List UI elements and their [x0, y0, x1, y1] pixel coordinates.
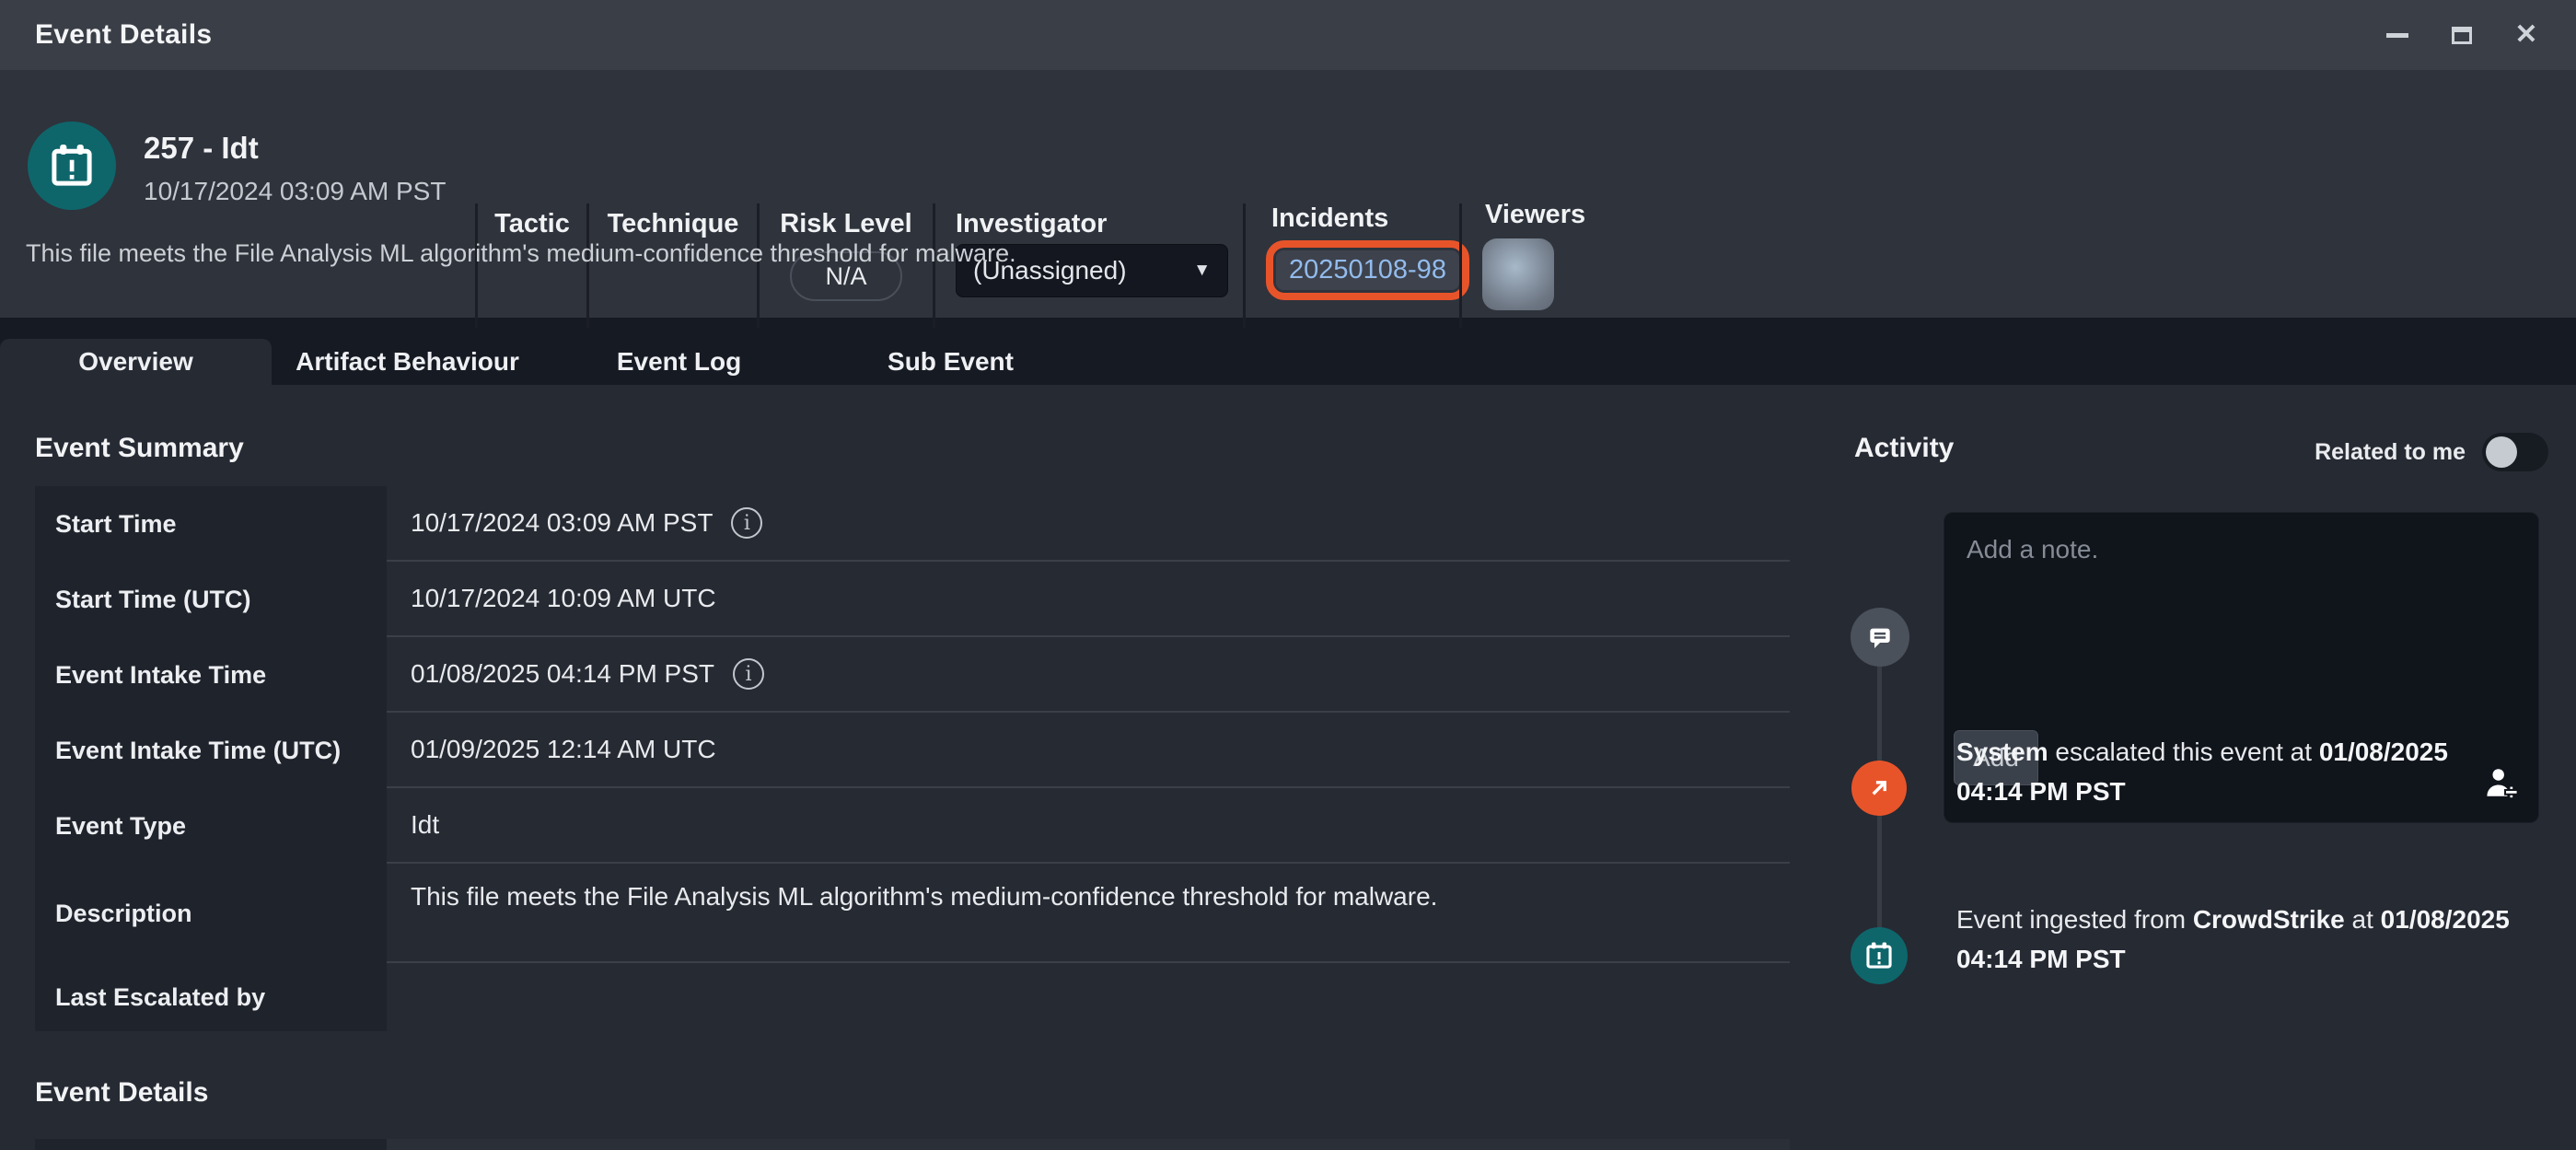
note-comment-icon [1851, 608, 1909, 667]
event-description: This file meets the File Analysis ML alg… [26, 239, 1016, 268]
chevron-down-icon: ▼ [1193, 261, 1211, 281]
related-to-me-toggle[interactable] [2482, 433, 2548, 471]
incident-id-link[interactable]: 20250108-98 [1276, 250, 1459, 290]
event-identity: 257 - Idt 10/17/2024 03:09 AM PST [28, 122, 446, 210]
event-details-table-partial [35, 1139, 1790, 1150]
tab-event-log[interactable]: Event Log [543, 339, 815, 385]
tab-artifact-behaviour[interactable]: Artifact Behaviour [272, 339, 543, 385]
window-controls: ✕ [2379, 17, 2545, 53]
row-value-start-time-utc: 10/17/2024 10:09 AM UTC [387, 562, 1790, 637]
viewers-label: Viewers [1485, 200, 1585, 230]
window-title: Event Details [35, 19, 212, 51]
tab-sub-event[interactable]: Sub Event [815, 339, 1086, 385]
maximize-button[interactable] [2443, 17, 2480, 53]
row-label-description: Description [35, 864, 387, 963]
row-label-last-escalated-by: Last Escalated by [35, 963, 387, 1031]
row-label-event-type: Event Type [35, 788, 387, 864]
close-icon: ✕ [2514, 21, 2537, 49]
related-to-me-label: Related to me [2315, 439, 2466, 466]
activity-panel: Activity Related to me Add [1851, 385, 2554, 1150]
titlebar: Event Details ✕ [0, 0, 2576, 70]
event-summary-heading: Event Summary [35, 433, 244, 464]
incident-highlight-ring: 20250108-98 [1266, 240, 1469, 300]
row-value-description: This file meets the File Analysis ML alg… [387, 864, 1790, 963]
minimize-button[interactable] [2379, 17, 2416, 53]
note-input[interactable] [1944, 513, 2538, 725]
tactic-label: Tactic [478, 209, 586, 239]
risk-level-label: Risk Level [760, 209, 933, 239]
event-date: 10/17/2024 03:09 AM PST [144, 177, 446, 206]
timeline-entry-ingestion: Event ingested from CrowdStrike at 01/08… [1956, 900, 2559, 979]
technique-label: Technique [589, 209, 757, 239]
event-details-window: Event Details ✕ 257 - Idt 10/17/2024 03:… [0, 0, 2576, 1150]
row-value-start-time: 10/17/2024 03:09 AM PST i [387, 486, 1790, 562]
event-header: 257 - Idt 10/17/2024 03:09 AM PST Tactic… [0, 70, 2576, 318]
escalation-arrow-icon [1851, 761, 1907, 816]
incidents-label: Incidents [1271, 203, 1388, 234]
event-summary-table: Start Time 10/17/2024 03:09 AM PST i Sta… [35, 486, 1790, 1031]
close-button[interactable]: ✕ [2508, 17, 2545, 53]
minimize-icon [2386, 33, 2408, 38]
tab-overview[interactable]: Overview [0, 339, 272, 385]
row-label-start-time: Start Time [35, 486, 387, 562]
event-title: 257 - Idt [144, 131, 446, 166]
toggle-knob [2486, 436, 2517, 468]
related-to-me-group: Related to me [2315, 433, 2548, 471]
row-label-intake-time-utc: Event Intake Time (UTC) [35, 713, 387, 788]
event-details-heading: Event Details [35, 1077, 208, 1109]
investigator-label: Investigator [956, 209, 1107, 239]
row-value-last-escalated-by [387, 963, 1790, 1031]
ingestion-calendar-icon [1851, 927, 1908, 984]
info-icon[interactable]: i [733, 658, 764, 690]
event-calendar-icon [28, 122, 116, 210]
row-value-intake-time: 01/08/2025 04:14 PM PST i [387, 637, 1790, 713]
timeline-entry-escalation: System escalated this event at 01/08/202… [1956, 732, 2559, 811]
overview-tab-content: Event Summary Start Time 10/17/2024 03:0… [0, 385, 2576, 1150]
row-label-start-time-utc: Start Time (UTC) [35, 562, 387, 637]
viewer-avatar[interactable] [1482, 238, 1554, 310]
incidents-column: Incidents 20250108-98 [1243, 203, 1459, 328]
row-value-event-type: Idt [387, 788, 1790, 864]
activity-heading: Activity [1854, 433, 1954, 464]
info-icon[interactable]: i [731, 507, 762, 539]
event-title-block: 257 - Idt 10/17/2024 03:09 AM PST [144, 122, 446, 206]
row-value-intake-time-utc: 01/09/2025 12:14 AM UTC [387, 713, 1790, 788]
row-label-intake-time: Event Intake Time [35, 637, 387, 713]
maximize-icon [2452, 27, 2472, 44]
viewers-column: Viewers [1459, 203, 1689, 328]
